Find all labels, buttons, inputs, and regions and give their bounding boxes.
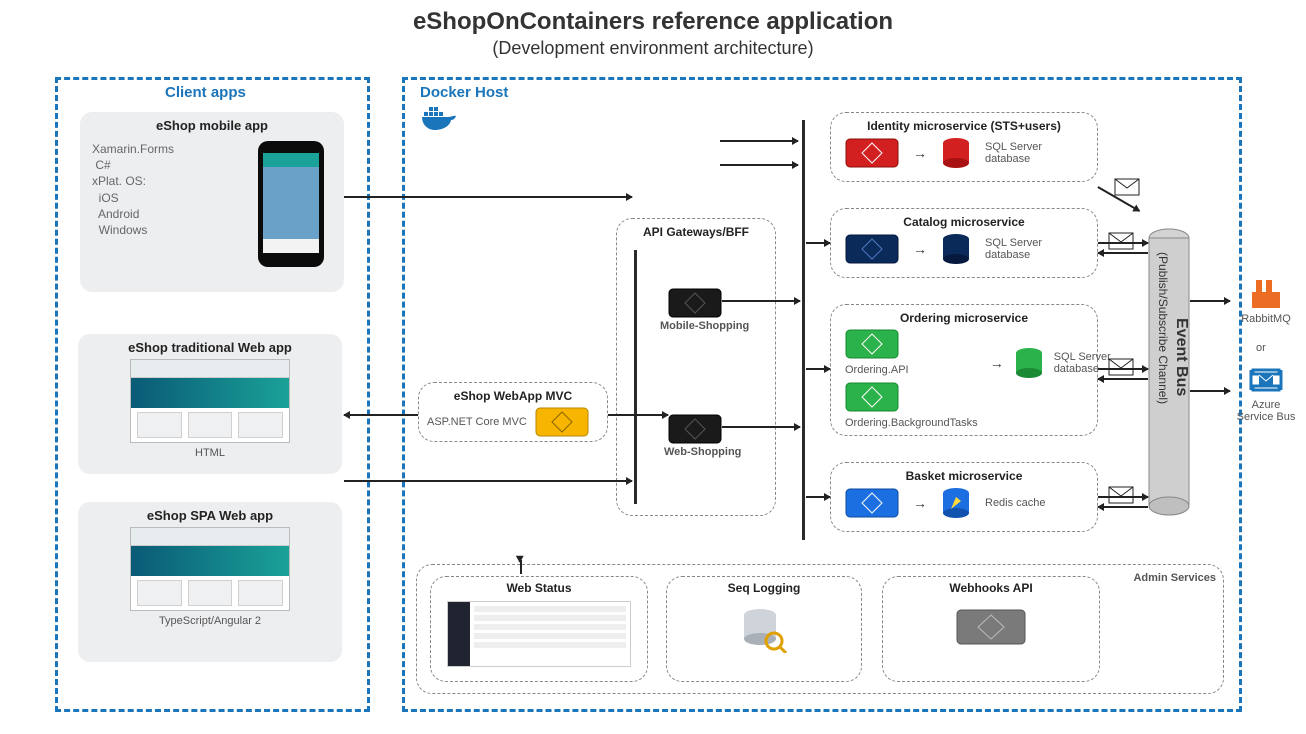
ordering-db-icon (1014, 347, 1044, 379)
identity-db-label: SQL Server database (985, 141, 1055, 165)
brokers-or: or (1256, 342, 1266, 354)
mobile-app-box: eShop mobile app Xamarin.Forms C# xPlat.… (80, 112, 344, 292)
seq-logging-title: Seq Logging (667, 577, 861, 595)
webapp-mvc-hex (535, 407, 589, 437)
ordering-bg-hex (845, 382, 899, 412)
identity-box: Identity microservice (STS+users) → SQL … (830, 112, 1098, 182)
envelope-icon (1108, 232, 1134, 250)
arrow (344, 196, 632, 198)
mobile-app-tech: Xamarin.Forms C# xPlat. OS: iOS Android … (92, 141, 174, 238)
event-bus-channel: (Publish/Subscribe Channel) (1156, 252, 1170, 404)
identity-title: Identity microservice (STS+users) (839, 119, 1089, 133)
envelope-icon (1114, 178, 1140, 196)
catalog-title: Catalog microservice (839, 215, 1089, 229)
web-traditional-caption: HTML (88, 447, 332, 459)
web-spa-box: eShop SPA Web app TypeScript/Angular 2 (78, 502, 342, 662)
ordering-api-label: Ordering.API (845, 364, 978, 376)
arrow (608, 414, 668, 416)
event-bus-title: Event Bus (1172, 318, 1190, 396)
basket-db-icon (941, 487, 971, 519)
gateway-web-label: Web-Shopping (664, 446, 741, 458)
arrow (1098, 506, 1148, 508)
arrow (1098, 368, 1148, 370)
identity-db-icon (941, 137, 971, 169)
gateway-mobile-label: Mobile-Shopping (660, 320, 749, 332)
arrow (1098, 496, 1148, 498)
arrow (519, 561, 521, 562)
webhooks-hex (883, 609, 1099, 650)
arrow (344, 414, 418, 416)
mobile-app-title: eShop mobile app (90, 118, 334, 133)
admin-services-label: Admin Services (1133, 572, 1216, 584)
ordering-api-hex (845, 329, 899, 359)
arrow (1098, 242, 1148, 244)
arrow (722, 426, 800, 428)
ordering-bg-label: Ordering.BackgroundTasks (845, 417, 978, 429)
web-spa-thumb (130, 527, 290, 611)
webhooks-title: Webhooks API (883, 577, 1099, 595)
arrow (1190, 300, 1230, 302)
catalog-hex (845, 234, 899, 264)
web-traditional-title: eShop traditional Web app (88, 340, 332, 355)
rabbitmq-icon (1252, 280, 1280, 308)
web-spa-title: eShop SPA Web app (88, 508, 332, 523)
rabbitmq-label: RabbitMQ (1236, 313, 1296, 325)
page-title: eShopOnContainers reference application (0, 0, 1306, 36)
catalog-db-icon (941, 233, 971, 265)
ordering-box: Ordering microservice Ordering.API Order… (830, 304, 1098, 436)
catalog-db-label: SQL Server database (985, 237, 1055, 261)
basket-title: Basket microservice (839, 469, 1089, 483)
web-status-title: Web Status (431, 577, 647, 595)
arrow (1098, 252, 1148, 254)
azure-sb-label: Azure Service Bus (1232, 399, 1300, 423)
envelope-icon (1108, 358, 1134, 376)
arrow (806, 496, 830, 498)
seq-logging-icon (667, 605, 861, 658)
phone-mockup (258, 141, 324, 267)
gateway-mobile-hex (668, 288, 722, 323)
web-status-box: Web Status (430, 576, 648, 682)
docker-icon (420, 104, 458, 137)
gateway-vbar (634, 250, 637, 504)
docker-host-label: Docker Host (420, 84, 508, 101)
arrow (344, 480, 632, 482)
envelope-icon (1108, 486, 1134, 504)
rabbitmq-block: RabbitMQ (1236, 280, 1296, 325)
arrow (806, 242, 830, 244)
arrow (720, 164, 798, 166)
arrow (1098, 378, 1148, 380)
azure-sb-icon (1249, 366, 1283, 394)
basket-hex (845, 488, 899, 518)
arrow (720, 140, 798, 142)
webapp-mvc-title: eShop WebApp MVC (427, 389, 599, 403)
api-gateways-box: API Gateways/BFF (616, 218, 776, 516)
seq-logging-box: Seq Logging (666, 576, 862, 682)
api-gateways-title: API Gateways/BFF (625, 225, 767, 239)
identity-hex (845, 138, 899, 168)
client-apps-label: Client apps (165, 84, 246, 101)
web-spa-caption: TypeScript/Angular 2 (88, 615, 332, 627)
webapp-mvc-box: eShop WebApp MVC ASP.NET Core MVC (418, 382, 608, 442)
arrow (722, 300, 800, 302)
webapp-mvc-tech: ASP.NET Core MVC (427, 416, 527, 428)
azure-sb-block: Azure Service Bus (1232, 366, 1300, 423)
ordering-title: Ordering microservice (839, 311, 1089, 325)
webhooks-box: Webhooks API (882, 576, 1100, 682)
basket-box: Basket microservice → Redis cache (830, 462, 1098, 532)
page-subtitle: (Development environment architecture) (0, 38, 1306, 59)
web-traditional-box: eShop traditional Web app HTML (78, 334, 342, 474)
arrow (1190, 390, 1230, 392)
catalog-box: Catalog microservice → SQL Server databa… (830, 208, 1098, 278)
services-vbar (802, 120, 805, 540)
web-traditional-thumb (130, 359, 290, 443)
web-status-thumb (447, 601, 631, 667)
basket-db-label: Redis cache (985, 497, 1046, 509)
arrow (806, 368, 830, 370)
gateway-web-hex (668, 414, 722, 449)
